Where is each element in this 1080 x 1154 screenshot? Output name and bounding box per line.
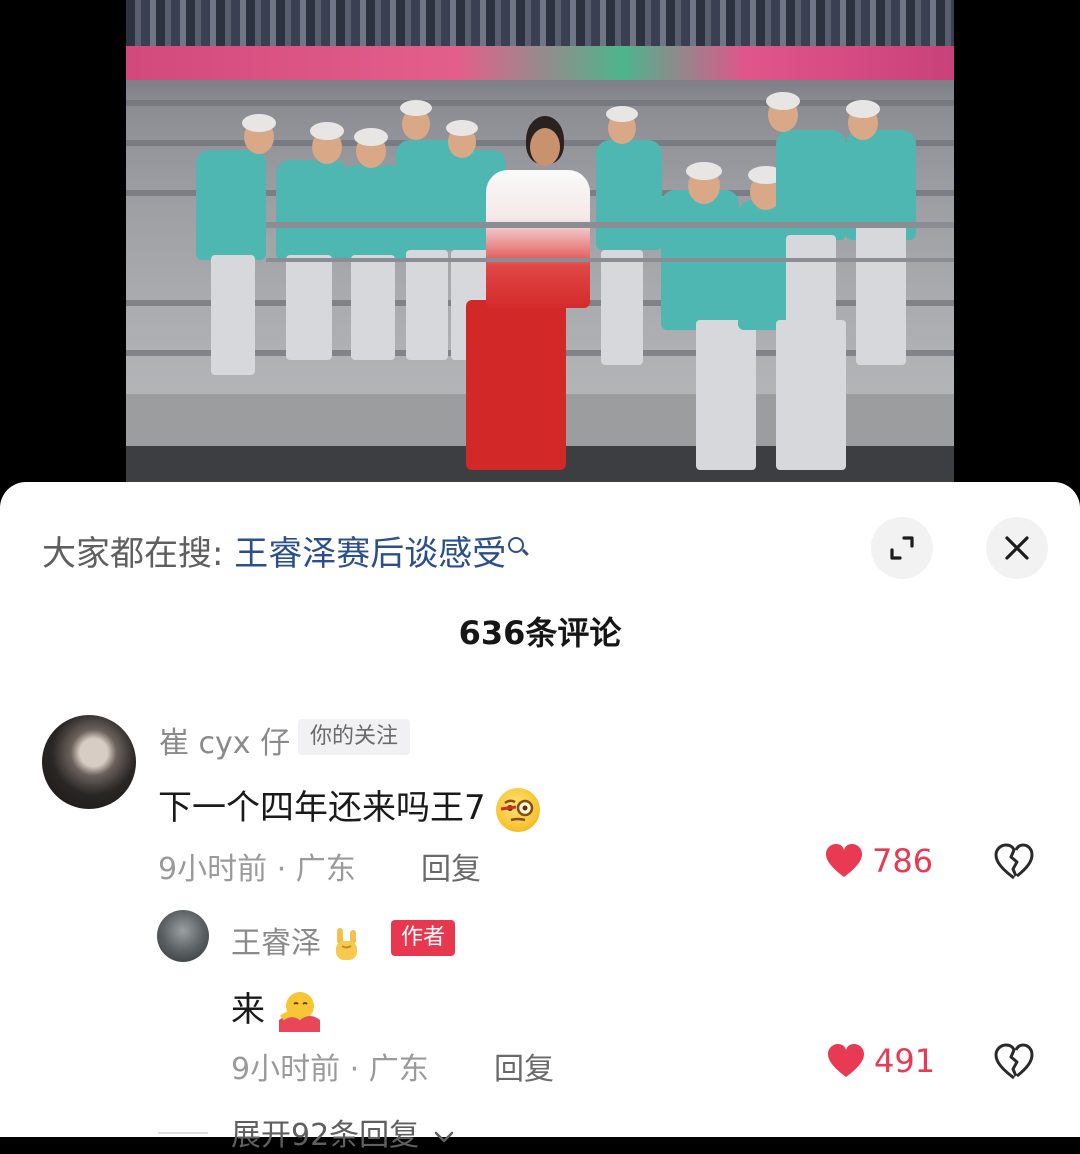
- photo-athlete-jacket: [486, 170, 590, 308]
- heart-icon: [826, 844, 862, 877]
- expand-button[interactable]: [871, 517, 933, 579]
- monocle-face-emoji: [496, 787, 541, 832]
- search-suggestion[interactable]: 大家都在搜: 王睿泽赛后谈感受: [42, 526, 525, 575]
- comment-text-content: 下一个四年还来吗王7: [158, 788, 486, 828]
- photo-railing: [266, 222, 954, 228]
- expand-icon: [890, 536, 914, 560]
- expand-replies-label: 展开92条回复: [231, 1118, 420, 1153]
- reply-button[interactable]: 回复: [421, 844, 481, 888]
- search-suggestion-keyword[interactable]: 王睿泽赛后谈感受: [234, 534, 506, 574]
- photo-athlete-face: [530, 128, 560, 166]
- like-count: 491: [874, 1042, 936, 1080]
- reply-username[interactable]: 王睿泽: [231, 918, 361, 964]
- broken-heart-icon: [994, 843, 1034, 880]
- photo-seat-row: [126, 100, 954, 106]
- close-button[interactable]: [986, 517, 1048, 579]
- broken-heart-icon: [994, 1043, 1034, 1080]
- like-button[interactable]: 786: [824, 842, 933, 880]
- close-icon: [1005, 536, 1029, 560]
- photo-railing: [266, 258, 954, 262]
- comment-username[interactable]: 崔 cyx 仔: [159, 718, 290, 762]
- avatar[interactable]: [42, 715, 136, 809]
- reply-button[interactable]: 回复: [494, 1044, 554, 1088]
- photo-crowd: [126, 0, 954, 48]
- search-icon: [508, 536, 525, 553]
- photo-athlete-legs: [466, 300, 566, 470]
- avatar[interactable]: [157, 910, 209, 962]
- rock-on-hand-emoji: [331, 926, 361, 964]
- reply-text: 来: [231, 982, 322, 1034]
- hugging-face-emoji: [276, 990, 322, 1034]
- photo-banner: [126, 46, 954, 80]
- heart-icon: [828, 1044, 864, 1077]
- expand-replies-button[interactable]: 展开92条回复: [231, 1110, 455, 1154]
- reply-text-content: 来: [231, 990, 265, 1030]
- comment-text: 下一个四年还来吗王7: [158, 780, 541, 832]
- comment-count: 636条评论: [458, 614, 622, 652]
- reply-time-location: 9小时前 · 广东: [231, 1052, 429, 1087]
- comment-sheet: 大家都在搜: 王睿泽赛后谈感受 636条评论 崔 cyx 仔 你的关注 下一个四…: [0, 482, 1080, 1153]
- reply-divider: [158, 1132, 208, 1134]
- dislike-button[interactable]: [992, 840, 1036, 884]
- post-photo[interactable]: [126, 0, 954, 482]
- following-badge: 你的关注: [298, 719, 411, 755]
- search-suggestion-prefix: 大家都在搜:: [42, 534, 224, 574]
- comment-time-location: 9小时前 · 广东: [158, 852, 356, 887]
- like-button[interactable]: 491: [826, 1042, 935, 1080]
- author-badge: 作者: [391, 920, 456, 956]
- reply-username-text: 王睿泽: [231, 926, 321, 961]
- like-count: 786: [872, 842, 934, 880]
- dislike-button[interactable]: [992, 1040, 1036, 1084]
